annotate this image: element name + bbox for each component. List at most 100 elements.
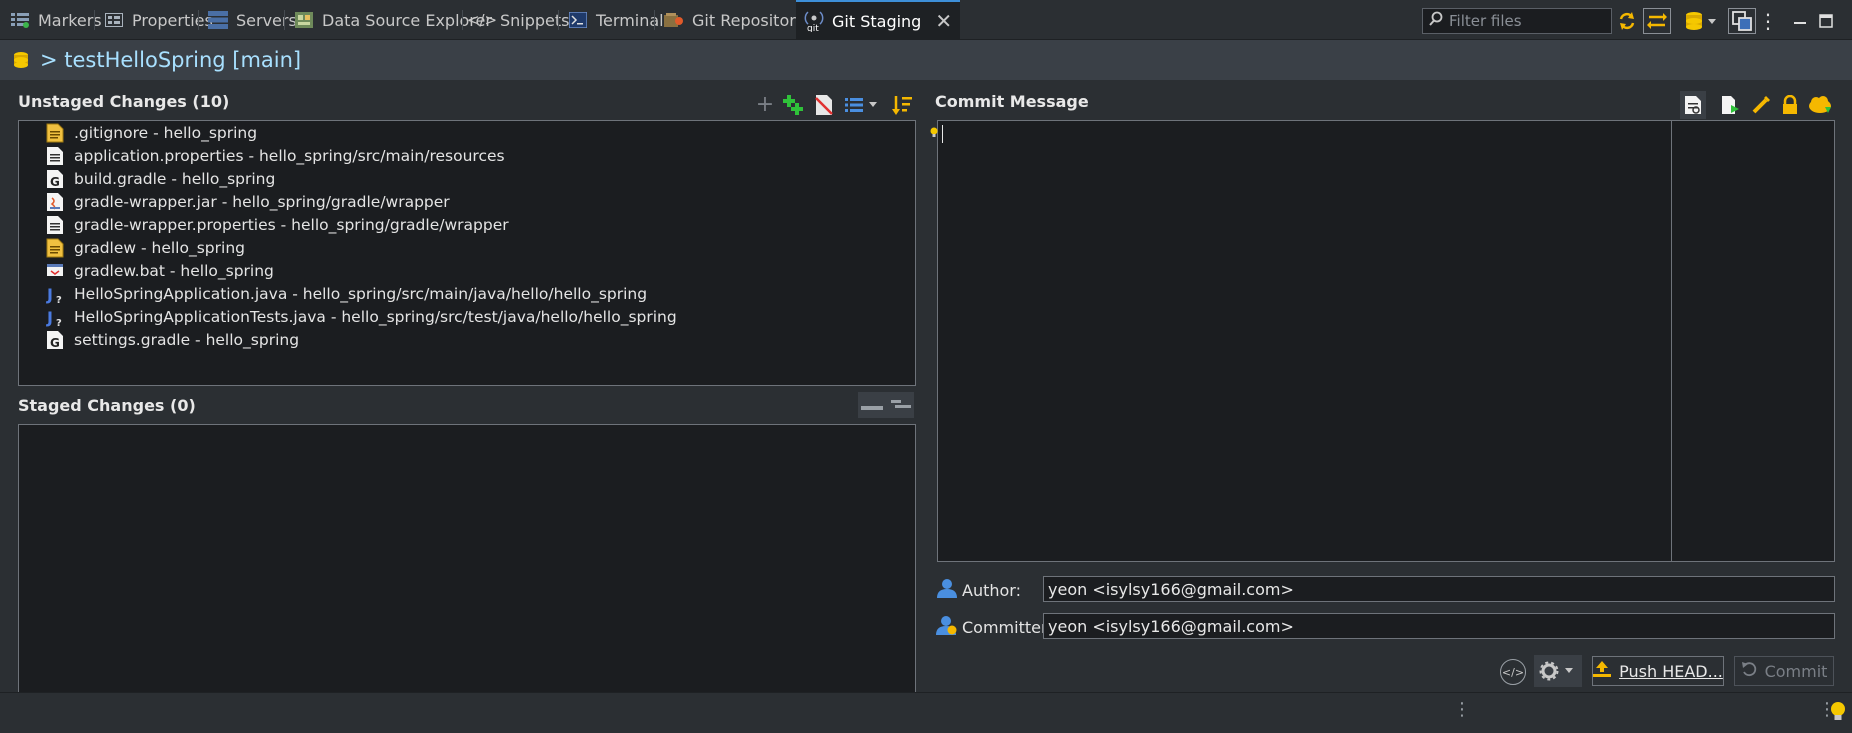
lock-icon[interactable] [1778,91,1802,119]
author-icon [936,578,958,602]
file-label: settings.gradle - hello_spring [74,330,300,349]
git-staging-view: Unstaged Changes (10) + .gitignore - hel… [0,80,1852,733]
properties-icon [104,10,124,30]
filter-files-input[interactable]: Filter files [1422,8,1612,34]
repository-header: > testHelloSpring [main] [0,40,1852,80]
author-value: yeon <isylsy166@gmail.com> [1048,579,1294,599]
properties-file-icon [46,215,64,235]
code-view-icon[interactable]: </> [1500,659,1526,685]
tab-label: Git Staging [832,11,922,31]
unstaged-files-list: .gitignore - hello_spring application.pr… [18,120,916,386]
committer-icon [936,615,958,639]
list-item[interactable]: application.properties - hello_spring/sr… [46,144,505,167]
text-cursor [942,125,943,143]
java-file-icon: J? [46,284,64,306]
maximize-icon[interactable] [1812,8,1840,34]
sign-off-icon[interactable] [1749,91,1773,119]
gradle-file-icon: G [46,330,64,350]
servers-icon [208,10,228,30]
link-selection-icon[interactable] [1728,8,1756,34]
ignored-files-icon[interactable] [812,93,836,117]
git-repositories-icon [664,10,684,30]
list-item[interactable]: gradle-wrapper.properties - hello_spring… [46,213,509,236]
properties-file-icon [46,146,64,166]
svg-text:J: J [46,285,53,304]
sort-icon[interactable] [890,93,914,117]
spell-check-icon[interactable] [1680,91,1706,119]
filter-placeholder: Filter files [1449,12,1522,30]
file-label: build.gradle - hello_spring [74,169,276,188]
file-label: application.properties - hello_spring/sr… [74,146,505,165]
file-label: gradle-wrapper.jar - hello_spring/gradle… [74,192,450,211]
committer-value: yeon <isylsy166@gmail.com> [1048,616,1294,636]
presentation-menu-icon[interactable] [843,93,883,117]
push-cloud-icon[interactable] [1806,91,1834,119]
file-label: gradle-wrapper.properties - hello_spring… [74,215,509,234]
committer-label-row: Committer: [936,615,1053,639]
author-field[interactable]: yeon <isylsy166@gmail.com> [1043,576,1835,602]
svg-text:git: git [807,24,819,32]
staged-files-list [18,424,916,733]
refresh-icon[interactable] [1613,8,1641,34]
unstaged-changes-title: Unstaged Changes (10) [18,92,230,111]
tab-git-staging[interactable]: git Git Staging ✕ [796,0,961,40]
list-item[interactable]: G settings.gradle - hello_spring [46,328,299,351]
svg-text:J: J [46,308,53,327]
status-bar: ⋮ ⋮ [0,692,1852,733]
upload-icon [1593,661,1612,681]
add-all-icon[interactable] [782,93,806,117]
file-label: gradlew.bat - hello_spring [74,261,274,280]
jar-file-icon [46,192,64,212]
list-item[interactable]: .gitignore - hello_spring [46,121,257,144]
list-item[interactable]: gradlew - hello_spring [46,236,245,259]
commit-message-input[interactable] [937,120,1835,562]
list-item[interactable]: G build.gradle - hello_spring [46,167,275,190]
search-icon [1429,11,1443,31]
margin-ruler [1671,121,1672,561]
status-menu-icon[interactable]: ⋮ [1453,699,1471,720]
commit-message-title: Commit Message [935,92,1089,111]
compare-mode-icon[interactable] [1643,8,1671,34]
text-file-icon [46,123,64,143]
view-tab-bar: Markers Properties Servers Data Source E… [0,0,1852,40]
tab-label: Markers [38,10,102,30]
svg-text:?: ? [56,295,62,304]
file-label: .gitignore - hello_spring [74,123,258,142]
author-label: Author: [962,580,1021,600]
remove-selected-icon[interactable] [861,395,883,416]
terminal-icon [568,10,588,30]
author-label-row: Author: [936,578,1021,602]
list-item[interactable]: J? HelloSpringApplicationTests.java - he… [46,305,677,329]
list-item[interactable]: J? HelloSpringApplication.java - hello_s… [46,282,647,306]
lightbulb-icon [930,123,938,137]
amend-icon[interactable] [1719,91,1743,119]
push-head-button[interactable]: Push HEAD... [1592,656,1724,686]
add-selected-icon[interactable]: + [754,92,776,117]
close-icon[interactable]: ✕ [935,9,952,33]
commit-label: Commit [1764,661,1828,681]
repository-icon [12,51,30,69]
java-file-icon: J? [46,307,64,329]
svg-text:?: ? [56,318,62,327]
committer-label: Committer: [962,617,1053,637]
text-file-icon [46,238,64,258]
push-head-label: Push HEAD... [1619,661,1723,681]
svg-text:G: G [50,336,60,350]
list-item[interactable]: gradlew.bat - hello_spring [46,259,274,282]
staged-changes-title: Staged Changes (0) [18,396,196,415]
commit-button[interactable]: Commit [1734,656,1834,686]
bat-file-icon [46,261,64,281]
list-item[interactable]: gradle-wrapper.jar - hello_spring/gradle… [46,190,450,213]
snippets-icon: </> [466,11,498,29]
staged-toolbar [858,392,914,418]
repository-menu-icon[interactable] [1682,8,1722,34]
view-menu-icon[interactable]: ⋮ [1758,8,1778,34]
page-title: > testHelloSpring [main] [40,48,302,72]
minimize-icon[interactable] [1786,8,1814,34]
git-staging-icon: git [804,11,824,32]
tip-lightbulb-icon[interactable] [1830,701,1846,727]
committer-field[interactable]: yeon <isylsy166@gmail.com> [1043,613,1835,639]
remove-all-icon[interactable] [891,395,911,416]
gradle-file-icon: G [46,169,64,189]
settings-menu-icon[interactable] [1534,655,1582,687]
